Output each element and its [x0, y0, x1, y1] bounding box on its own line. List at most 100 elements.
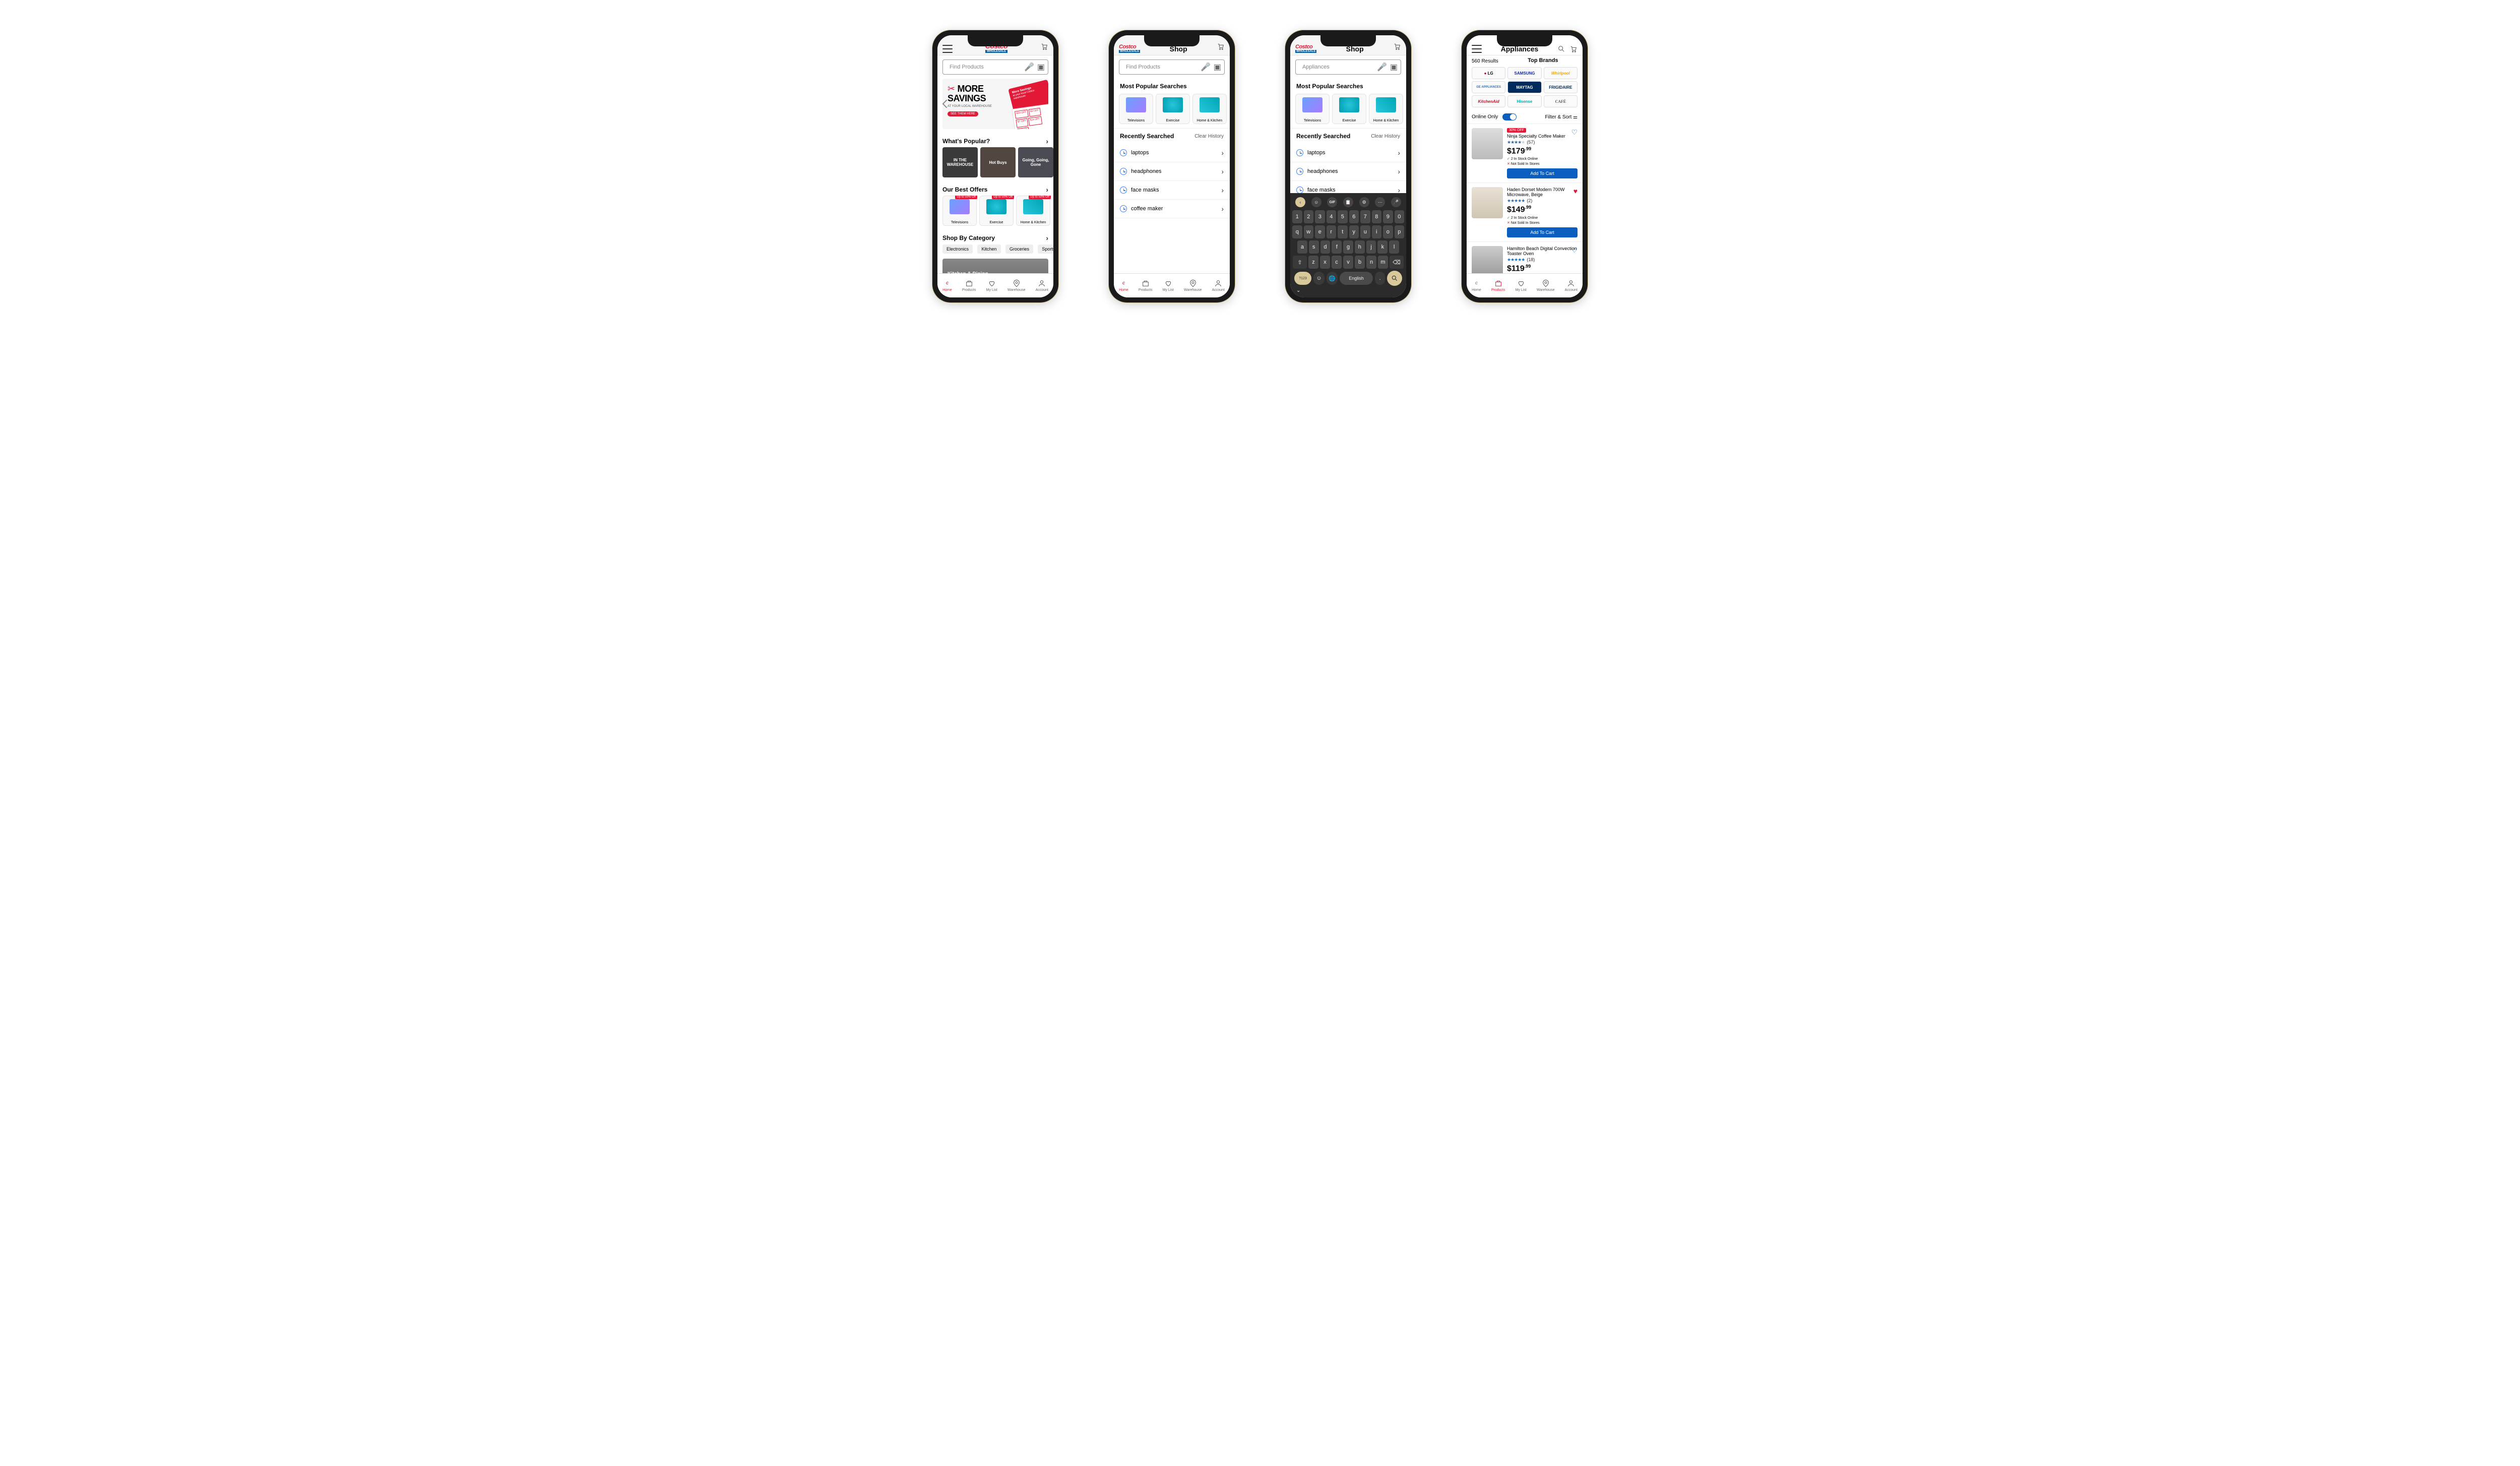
recent-item[interactable]: face masks ›: [1290, 181, 1406, 193]
search-bar[interactable]: 🎤 ▣: [1119, 59, 1225, 75]
key[interactable]: k: [1377, 240, 1388, 254]
mic-icon[interactable]: 🎤: [1377, 62, 1387, 72]
key[interactable]: 2: [1304, 210, 1314, 223]
cart-icon[interactable]: [1569, 45, 1578, 53]
key-emoji[interactable]: ☺: [1313, 272, 1325, 285]
kb-clipboard-icon[interactable]: 📋: [1343, 197, 1353, 207]
brand-logo[interactable]: Costco WHOLESALE: [1119, 44, 1140, 53]
key[interactable]: v: [1343, 256, 1353, 269]
key[interactable]: e: [1315, 225, 1325, 238]
key[interactable]: b: [1355, 256, 1365, 269]
key-space[interactable]: English: [1340, 272, 1373, 285]
search-bar[interactable]: 🎤 ▣: [942, 59, 1048, 75]
key[interactable]: j: [1366, 240, 1376, 254]
nav-account[interactable]: Account: [1565, 279, 1578, 292]
key[interactable]: 4: [1327, 210, 1337, 223]
key-lang[interactable]: 🌐: [1327, 272, 1338, 285]
offer-tile-tv[interactable]: Up to 50% Off Televisions: [942, 196, 977, 226]
search-bar[interactable]: 🎤 ▣: [1295, 59, 1401, 75]
key[interactable]: y: [1349, 225, 1359, 238]
clear-history[interactable]: Clear History: [1371, 134, 1400, 139]
keyboard[interactable]: ‹ ☺ GIF 📋 ⚙ ⋯ 🎤 1234567890 qwertyuiop as…: [1290, 193, 1406, 297]
key[interactable]: w: [1304, 225, 1314, 238]
key[interactable]: s: [1309, 240, 1319, 254]
popular-tile-exercise[interactable]: Exercise: [1332, 94, 1366, 124]
key[interactable]: a: [1297, 240, 1307, 254]
nav-home[interactable]: CHome: [1472, 279, 1481, 292]
menu-icon[interactable]: [942, 45, 953, 53]
offer-tile-home[interactable]: Up to 50% Off Home & Kitchen: [1016, 196, 1050, 226]
nav-products[interactable]: Products: [962, 279, 976, 292]
wp-tile-going[interactable]: Going, Going, Gone: [1018, 147, 1053, 177]
best-offers-header[interactable]: Our Best Offers ›: [937, 181, 1053, 196]
nav-mylist[interactable]: My List: [1516, 279, 1527, 292]
brand-chip[interactable]: GE APPLIANCES: [1472, 81, 1505, 93]
scan-icon[interactable]: ▣: [1214, 62, 1221, 72]
cart-icon[interactable]: [1393, 42, 1401, 53]
key-period[interactable]: .: [1375, 272, 1385, 285]
shop-category-header[interactable]: Shop By Category ›: [937, 230, 1053, 244]
kb-hide-icon[interactable]: ⌄: [1292, 286, 1404, 293]
nav-warehouse[interactable]: Warehouse: [1537, 279, 1555, 292]
nav-mylist[interactable]: My List: [1163, 279, 1174, 292]
popular-tile-tv[interactable]: Televisions: [1119, 94, 1153, 124]
key[interactable]: i: [1372, 225, 1382, 238]
recent-item[interactable]: headphones ›: [1114, 162, 1230, 181]
key-search[interactable]: [1387, 271, 1402, 286]
product-card[interactable]: Hamilton Beach Digital Convection Toaste…: [1467, 241, 1583, 273]
cat-chip[interactable]: Groceries: [1005, 245, 1033, 254]
key[interactable]: r: [1327, 225, 1337, 238]
mic-icon[interactable]: 🎤: [1201, 62, 1211, 72]
key[interactable]: c: [1332, 256, 1342, 269]
nav-account[interactable]: Account: [1212, 279, 1225, 292]
key[interactable]: d: [1320, 240, 1331, 254]
popular-tile-home[interactable]: Home & Kitchen: [1192, 94, 1227, 124]
key[interactable]: 9: [1383, 210, 1393, 223]
search-input[interactable]: [950, 64, 1021, 70]
key[interactable]: f: [1332, 240, 1342, 254]
whats-popular-header[interactable]: What's Popular? ›: [937, 133, 1053, 147]
search-icon[interactable]: [1557, 45, 1565, 53]
key-numbers[interactable]: ?123: [1294, 272, 1311, 285]
nav-warehouse[interactable]: Warehouse: [1007, 279, 1026, 292]
nav-warehouse[interactable]: Warehouse: [1184, 279, 1202, 292]
scan-icon[interactable]: ▣: [1037, 62, 1045, 72]
popular-tile-tv[interactable]: Televisions: [1295, 94, 1330, 124]
kb-sticker-icon[interactable]: ☺: [1311, 197, 1321, 207]
brand-logo[interactable]: Costco WHOLESALE: [1295, 44, 1316, 53]
cat-chip[interactable]: Kitchen: [977, 245, 1000, 254]
hero-banner[interactable]: ✂ MORE SAVINGS AT YOUR LOCAL WAREHOUSE S…: [942, 79, 1048, 129]
cart-icon[interactable]: [1040, 42, 1048, 53]
brand-chip[interactable]: ● LG: [1472, 67, 1505, 79]
key[interactable]: l: [1389, 240, 1399, 254]
nav-home[interactable]: CHome: [1119, 279, 1128, 292]
offer-tile-exercise[interactable]: Up to 50% Off Exercise: [979, 196, 1014, 226]
key[interactable]: 7: [1360, 210, 1370, 223]
wp-tile-hotbuys[interactable]: Hot Buys: [980, 147, 1016, 177]
key[interactable]: 3: [1315, 210, 1325, 223]
key[interactable]: 1: [1292, 210, 1302, 223]
brand-chip[interactable]: KitchenAid: [1472, 95, 1505, 107]
kb-gif-icon[interactable]: GIF: [1327, 197, 1337, 207]
brand-chip[interactable]: CAFÉ: [1544, 95, 1578, 107]
search-input[interactable]: [1302, 64, 1374, 70]
brand-chip[interactable]: Hisense: [1507, 95, 1541, 107]
key[interactable]: 5: [1338, 210, 1348, 223]
recent-item[interactable]: headphones ›: [1290, 162, 1406, 181]
key[interactable]: h: [1355, 240, 1365, 254]
favorite-icon[interactable]: ♡: [1571, 246, 1578, 255]
recent-item[interactable]: coffee maker ›: [1114, 200, 1230, 218]
scan-icon[interactable]: ▣: [1390, 62, 1398, 72]
nav-products[interactable]: Products: [1491, 279, 1505, 292]
kb-settings-icon[interactable]: ⚙: [1359, 197, 1369, 207]
mic-icon[interactable]: 🎤: [1024, 62, 1034, 72]
nav-home[interactable]: C Home: [942, 279, 952, 292]
recent-item[interactable]: laptops ›: [1114, 144, 1230, 162]
online-only-toggle[interactable]: Online Only: [1472, 113, 1517, 120]
hero-cta[interactable]: SEE THEM HERE: [948, 111, 978, 116]
nav-mylist[interactable]: My List: [986, 279, 997, 292]
search-input[interactable]: [1126, 64, 1198, 70]
brand-chip[interactable]: FRIGIDAIRE: [1544, 81, 1578, 93]
favorite-icon[interactable]: ♥: [1573, 187, 1578, 195]
product-card[interactable]: 30% OFF Ninja Specialty Coffee Maker ★★★…: [1467, 124, 1583, 182]
